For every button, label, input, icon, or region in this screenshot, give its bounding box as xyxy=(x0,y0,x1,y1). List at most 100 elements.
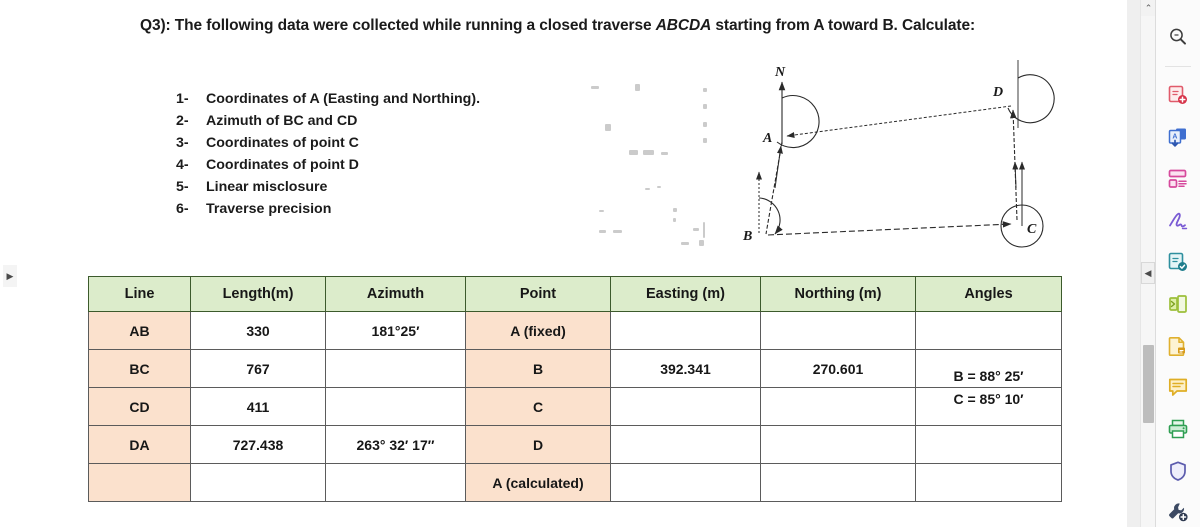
erased-sketch-artifacts xyxy=(585,82,715,247)
cell-northing xyxy=(760,387,916,426)
column-header-point: Point xyxy=(465,276,611,312)
cell-length: 727.438 xyxy=(190,425,326,464)
list-item-label: Linear misclosure xyxy=(206,179,328,195)
table-row: BC 767 B 392.341 270.601 B = 88° 25′ xyxy=(88,349,1062,388)
print-icon[interactable] xyxy=(1163,414,1193,444)
export-page-icon[interactable] xyxy=(1163,331,1193,361)
cell-angle xyxy=(915,425,1062,464)
cell-azimuth xyxy=(325,387,466,426)
list-item-label: Coordinates of point D xyxy=(206,157,359,173)
cell-easting xyxy=(610,311,761,350)
right-panel-collapse-arrow: ◀ xyxy=(1144,267,1152,278)
cell-point: D xyxy=(465,425,611,464)
cell-easting: 392.341 xyxy=(610,349,761,388)
right-tool-rail: A xyxy=(1155,0,1200,527)
table-header-row: Line Length(m) Azimuth Point Easting (m)… xyxy=(88,276,1062,312)
list-item: 3- Coordinates of point C xyxy=(176,132,480,154)
cell-point: A (calculated) xyxy=(465,463,611,502)
scrollbar-thumb[interactable] xyxy=(1143,345,1154,423)
toolbar-divider xyxy=(1165,65,1191,67)
cell-angle xyxy=(915,463,1062,502)
cell-azimuth: 263° 32′ 17″ xyxy=(325,425,466,464)
left-panel-expander-arrow: ▶ xyxy=(6,270,14,281)
cell-angle: C = 85° 10′ xyxy=(915,387,1062,426)
cell-line xyxy=(88,463,191,502)
cell-line: DA xyxy=(88,425,191,464)
list-item-number: 5- xyxy=(176,179,189,195)
cell-line: CD xyxy=(88,387,191,426)
comment-icon[interactable] xyxy=(1163,372,1193,402)
signature-icon[interactable] xyxy=(1163,206,1193,236)
cell-azimuth: 181°25′ xyxy=(325,311,466,350)
cell-line: BC xyxy=(88,349,191,388)
list-item: 6- Traverse precision xyxy=(176,198,480,220)
list-item-label: Coordinates of A (Easting and Northing). xyxy=(206,91,481,107)
scroll-up-arrow: ⌃ xyxy=(1144,2,1153,13)
search-icon[interactable] xyxy=(1163,22,1193,52)
list-item-number: 1- xyxy=(176,91,189,107)
tools-icon[interactable] xyxy=(1163,497,1193,527)
list-item: 5- Linear misclosure xyxy=(176,176,480,198)
cell-point: A (fixed) xyxy=(465,311,611,350)
direction-arrow-ab xyxy=(774,145,783,189)
table-row: AB 330 181°25′ A (fixed) xyxy=(88,311,1062,350)
column-header-azimuth: Azimuth xyxy=(325,276,466,312)
diagram-label-d: D xyxy=(992,85,1003,100)
list-item-label: Azimuth of BC and CD xyxy=(206,113,358,129)
table-row: CD 411 C C = 85° 10′ xyxy=(88,387,1062,426)
task-list: 1- Coordinates of A (Easting and Northin… xyxy=(176,88,480,220)
extract-page-icon[interactable]: A xyxy=(1163,122,1193,152)
cell-northing xyxy=(760,463,916,502)
cell-azimuth xyxy=(325,349,466,388)
cell-length: 330 xyxy=(190,311,326,350)
right-panel-collapse-button[interactable]: ◀ xyxy=(1141,262,1155,284)
column-header-line: Line xyxy=(88,276,191,312)
split-page-icon[interactable] xyxy=(1163,289,1193,319)
traverse-data-table: Line Length(m) Azimuth Point Easting (m)… xyxy=(88,276,1062,502)
cell-easting xyxy=(610,463,761,502)
cell-azimuth xyxy=(325,463,466,502)
diagram-label-b: B xyxy=(742,229,752,244)
list-item: 2- Azimuth of BC and CD xyxy=(176,110,480,132)
direction-arrow-cd xyxy=(1012,161,1019,189)
page-settings-icon[interactable] xyxy=(1163,247,1193,277)
table-row: DA 727.438 263° 32′ 17″ D xyxy=(88,425,1062,464)
list-item-number: 6- xyxy=(176,201,189,217)
column-header-length: Length(m) xyxy=(190,276,326,312)
cell-angle: B = 88° 25′ xyxy=(915,349,1062,388)
cell-angle xyxy=(915,311,1062,350)
list-item-label: Coordinates of point C xyxy=(206,135,359,151)
table-row: A (calculated) xyxy=(88,463,1062,502)
svg-text:A: A xyxy=(1172,134,1177,141)
traverse-diagram: N A B C D xyxy=(725,58,1055,258)
left-panel-expander[interactable]: ▶ xyxy=(3,265,17,287)
cell-point: C xyxy=(465,387,611,426)
protect-icon[interactable] xyxy=(1163,456,1193,486)
cell-easting xyxy=(610,425,761,464)
cell-point: B xyxy=(465,349,611,388)
list-item: 4- Coordinates of point D xyxy=(176,154,480,176)
cell-northing: 270.601 xyxy=(760,349,916,388)
cell-northing xyxy=(760,425,916,464)
list-item-number: 4- xyxy=(176,157,189,173)
traverse-name: ABCDA xyxy=(655,17,712,34)
cell-northing xyxy=(760,311,916,350)
column-header-easting: Easting (m) xyxy=(610,276,761,312)
document-page: Q3): The following data were collected w… xyxy=(0,0,1127,510)
cell-length: 411 xyxy=(190,387,326,426)
list-item-label: Traverse precision xyxy=(206,201,332,217)
leg-bc xyxy=(767,221,1012,236)
list-item-number: 2- xyxy=(176,113,189,129)
diagram-label-c: C xyxy=(1027,222,1037,237)
add-page-icon[interactable] xyxy=(1163,81,1193,111)
list-item-number: 3- xyxy=(176,135,189,151)
question-heading: Q3): The following data were collected w… xyxy=(140,14,1020,38)
cell-length xyxy=(190,463,326,502)
organize-pages-icon[interactable] xyxy=(1163,164,1193,194)
scroll-up-button[interactable]: ⌃ xyxy=(1141,0,1156,16)
angle-arc-d xyxy=(1007,74,1055,124)
cell-easting xyxy=(610,387,761,426)
angle-arc-a xyxy=(776,95,820,149)
diagram-label-a: A xyxy=(762,131,772,146)
cell-line: AB xyxy=(88,311,191,350)
